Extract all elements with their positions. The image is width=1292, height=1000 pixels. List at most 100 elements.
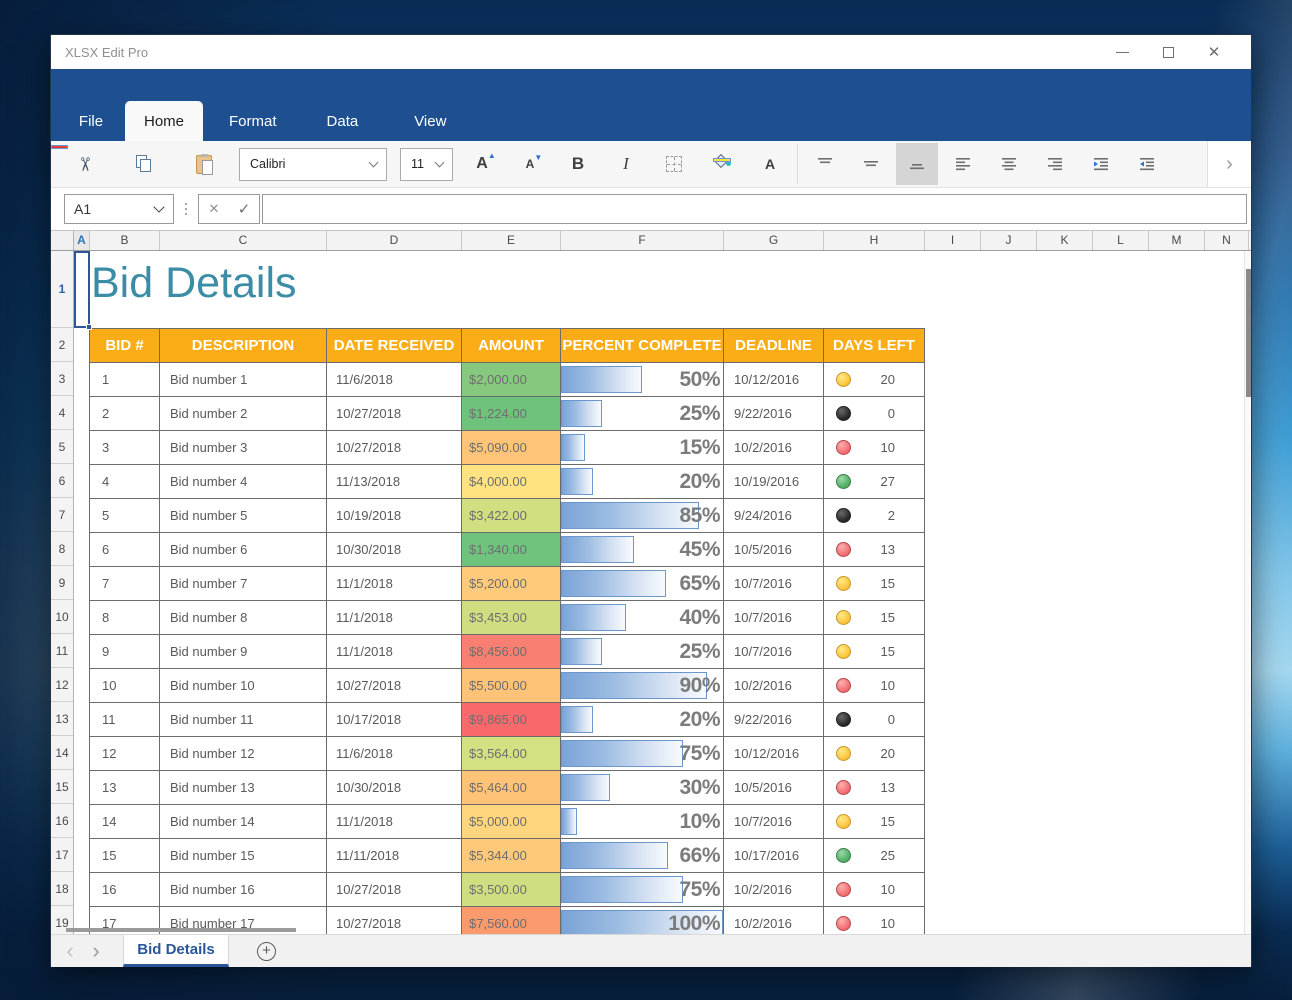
align-top-button[interactable]	[804, 143, 846, 185]
cell-percent-complete[interactable]: 66%	[561, 839, 724, 873]
row-header-1[interactable]: 1	[51, 251, 73, 328]
copy-button[interactable]	[123, 143, 165, 185]
column-header-B[interactable]: B	[90, 231, 160, 250]
cell-percent-complete[interactable]: 10%	[561, 805, 724, 839]
cell-description[interactable]: Bid number 1	[160, 363, 327, 397]
cell-date-received[interactable]: 10/27/2018	[327, 907, 462, 934]
cell-percent-complete[interactable]: 90%	[561, 669, 724, 703]
row-header-6[interactable]: 6	[51, 464, 73, 498]
cell-percent-complete[interactable]: 75%	[561, 873, 724, 907]
cell-deadline[interactable]: 10/5/2016	[724, 771, 824, 805]
cell-bid-number[interactable]: 6	[90, 533, 160, 567]
tab-data[interactable]: Data	[323, 113, 363, 130]
cell-bid-number[interactable]: 14	[90, 805, 160, 839]
column-header-M[interactable]: M	[1149, 231, 1205, 250]
cell-bid-number[interactable]: 11	[90, 703, 160, 737]
cell-date-received[interactable]: 10/19/2018	[327, 499, 462, 533]
cell-description[interactable]: Bid number 6	[160, 533, 327, 567]
cell-date-received[interactable]: 10/17/2018	[327, 703, 462, 737]
cell-days-left[interactable]: 10	[824, 907, 925, 934]
cell-bid-number[interactable]: 9	[90, 635, 160, 669]
confirm-button[interactable]: ✓	[229, 200, 259, 218]
borders-button[interactable]	[653, 143, 695, 185]
cell-amount[interactable]: $4,000.00	[462, 465, 561, 499]
cell-description[interactable]: Bid number 14	[160, 805, 327, 839]
cell-bid-number[interactable]: 10	[90, 669, 160, 703]
cell-bid-number[interactable]: 5	[90, 499, 160, 533]
column-header-K[interactable]: K	[1037, 231, 1093, 250]
column-header-J[interactable]: J	[981, 231, 1037, 250]
cell-days-left[interactable]: 13	[824, 771, 925, 805]
row-header-11[interactable]: 11	[51, 634, 73, 668]
increase-indent-button[interactable]	[1080, 143, 1122, 185]
cell-description[interactable]: Bid number 3	[160, 431, 327, 465]
font-size-select[interactable]: 11	[400, 147, 453, 181]
cell-deadline[interactable]: 10/12/2016	[724, 363, 824, 397]
cell-description[interactable]: Bid number 8	[160, 601, 327, 635]
column-header-E[interactable]: E	[462, 231, 561, 250]
cell-date-received[interactable]: 10/27/2018	[327, 669, 462, 703]
cell-amount[interactable]: $3,564.00	[462, 737, 561, 771]
cancel-button[interactable]: ✕	[199, 201, 229, 217]
cell-amount[interactable]: $2,000.00	[462, 363, 561, 397]
cell-bid-number[interactable]: 13	[90, 771, 160, 805]
cell-date-received[interactable]: 11/6/2018	[327, 737, 462, 771]
cell-percent-complete[interactable]: 20%	[561, 703, 724, 737]
header-description[interactable]: DESCRIPTION	[160, 329, 327, 363]
cell-amount[interactable]: $5,344.00	[462, 839, 561, 873]
fill-handle[interactable]	[86, 324, 92, 330]
tab-home[interactable]: Home	[125, 101, 203, 141]
cell-deadline[interactable]: 10/17/2016	[724, 839, 824, 873]
grow-font-button[interactable]: A ▲	[461, 143, 503, 185]
header-date-received[interactable]: DATE RECEIVED	[327, 329, 462, 363]
cell-deadline[interactable]: 10/2/2016	[724, 873, 824, 907]
cell-amount[interactable]: $3,422.00	[462, 499, 561, 533]
cell-deadline[interactable]: 10/5/2016	[724, 533, 824, 567]
sheet-tab-bid-details[interactable]: Bid Details	[123, 935, 229, 967]
row-header-12[interactable]: 12	[51, 668, 73, 702]
cell-date-received[interactable]: 11/6/2018	[327, 363, 462, 397]
cell-description[interactable]: Bid number 4	[160, 465, 327, 499]
minimize-button[interactable]	[1099, 37, 1145, 67]
cell-percent-complete[interactable]: 50%	[561, 363, 724, 397]
cell-days-left[interactable]: 0	[824, 703, 925, 737]
formula-input[interactable]	[262, 194, 1247, 224]
cell-date-received[interactable]: 11/1/2018	[327, 805, 462, 839]
align-bottom-button[interactable]	[896, 143, 938, 185]
cell-deadline[interactable]: 9/22/2016	[724, 703, 824, 737]
cell-bid-number[interactable]: 4	[90, 465, 160, 499]
cut-button[interactable]: ✂	[63, 143, 105, 185]
tab-view[interactable]: View	[410, 113, 450, 130]
cell-days-left[interactable]: 15	[824, 635, 925, 669]
maximize-button[interactable]	[1145, 37, 1191, 67]
column-header-F[interactable]: F	[561, 231, 724, 250]
cell-description[interactable]: Bid number 2	[160, 397, 327, 431]
row-header-9[interactable]: 9	[51, 566, 73, 600]
cell-amount[interactable]: $1,224.00	[462, 397, 561, 431]
cell-bid-number[interactable]: 2	[90, 397, 160, 431]
cell-amount[interactable]: $1,340.00	[462, 533, 561, 567]
cell-amount[interactable]: $7,560.00	[462, 907, 561, 934]
cell-date-received[interactable]: 10/30/2018	[327, 533, 462, 567]
cell-description[interactable]: Bid number 16	[160, 873, 327, 907]
cell-percent-complete[interactable]: 30%	[561, 771, 724, 805]
cell-days-left[interactable]: 25	[824, 839, 925, 873]
cell-deadline[interactable]: 10/12/2016	[724, 737, 824, 771]
cell-date-received[interactable]: 11/1/2018	[327, 635, 462, 669]
italic-button[interactable]: I	[605, 143, 647, 185]
row-header-10[interactable]: 10	[51, 600, 73, 634]
cell-deadline[interactable]: 10/7/2016	[724, 805, 824, 839]
cell-percent-complete[interactable]: 85%	[561, 499, 724, 533]
column-header-I[interactable]: I	[925, 231, 981, 250]
cell-days-left[interactable]: 10	[824, 669, 925, 703]
column-header-A[interactable]: A	[74, 231, 90, 250]
cell-days-left[interactable]: 13	[824, 533, 925, 567]
align-middle-button[interactable]	[850, 143, 892, 185]
cell-bid-number[interactable]: 16	[90, 873, 160, 907]
select-all-corner[interactable]	[51, 231, 74, 250]
cell-amount[interactable]: $3,453.00	[462, 601, 561, 635]
cell-date-received[interactable]: 11/13/2018	[327, 465, 462, 499]
cell-days-left[interactable]: 15	[824, 601, 925, 635]
cell-bid-number[interactable]: 15	[90, 839, 160, 873]
cell-name-box[interactable]: A1	[64, 194, 174, 224]
